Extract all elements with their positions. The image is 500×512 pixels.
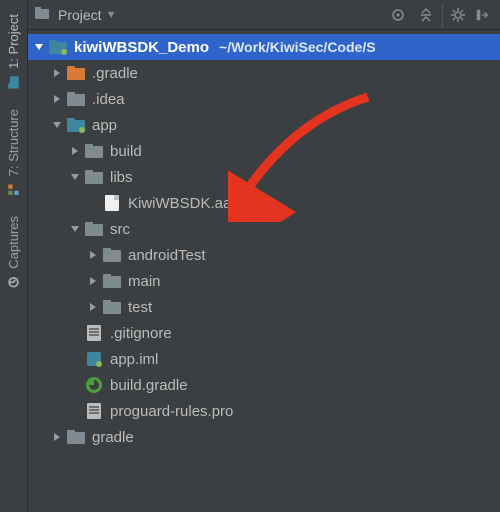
folder-icon xyxy=(84,168,104,186)
tree-item-app[interactable]: app xyxy=(28,112,500,138)
label: build.gradle xyxy=(110,377,188,394)
expand-icon[interactable] xyxy=(50,118,64,132)
structure-tab-icon xyxy=(7,182,21,197)
folder-icon xyxy=(102,246,122,264)
label: .gitignore xyxy=(110,325,172,342)
tree-item-gitignore[interactable]: .gitignore xyxy=(28,320,500,346)
label: app xyxy=(92,117,117,134)
tree-item-proguard[interactable]: proguard-rules.pro xyxy=(28,398,500,424)
no-arrow xyxy=(68,378,82,392)
folder-icon xyxy=(84,142,104,160)
gradle-icon xyxy=(84,376,104,394)
text-file-icon xyxy=(84,402,104,420)
tree-item-main[interactable]: main xyxy=(28,268,500,294)
root-name: kiwiWBSDK_Demo xyxy=(74,39,209,56)
tab-project-label: 1: Project xyxy=(6,14,21,69)
tool-window-tabs: 1: Project 7: Structure Captures xyxy=(0,0,28,512)
root-path: ~/Work/KiwiSec/Code/S xyxy=(219,39,376,55)
tree-item-test[interactable]: test xyxy=(28,294,500,320)
folder-icon xyxy=(84,220,104,238)
label: test xyxy=(128,299,152,316)
no-arrow xyxy=(68,404,82,418)
expand-icon[interactable] xyxy=(50,430,64,444)
folder-icon xyxy=(66,90,86,108)
label: androidTest xyxy=(128,247,206,264)
tree-item-gradle[interactable]: gradle xyxy=(28,424,500,450)
project-toolbar: Project ▼ xyxy=(28,0,500,30)
label: .gradle xyxy=(92,65,138,82)
label: app.iml xyxy=(110,351,158,368)
folder-icon xyxy=(66,428,86,446)
label: main xyxy=(128,273,161,290)
expand-icon[interactable] xyxy=(32,40,46,54)
label: KiwiWBSDK.aar xyxy=(128,195,236,212)
tree-item-gradle-cache[interactable]: .gradle xyxy=(28,60,500,86)
label: proguard-rules.pro xyxy=(110,403,233,420)
expand-icon[interactable] xyxy=(86,248,100,262)
no-arrow xyxy=(68,352,82,366)
tree-root[interactable]: kiwiWBSDK_Demo ~/Work/KiwiSec/Code/S xyxy=(28,34,500,60)
module-file-icon xyxy=(84,350,104,368)
file-icon xyxy=(102,194,122,212)
label: .idea xyxy=(92,91,125,108)
module-folder-icon xyxy=(66,116,86,134)
expand-icon[interactable] xyxy=(68,170,82,184)
gear-icon[interactable] xyxy=(442,3,466,27)
tree-item-build[interactable]: build xyxy=(28,138,500,164)
excluded-folder-icon xyxy=(66,64,86,82)
captures-tab-icon xyxy=(7,274,21,289)
folder-icon xyxy=(102,272,122,290)
tree-item-aar[interactable]: KiwiWBSDK.aar xyxy=(28,190,500,216)
tab-project[interactable]: 1: Project xyxy=(4,4,23,99)
text-file-icon xyxy=(84,324,104,342)
project-tree: kiwiWBSDK_Demo ~/Work/KiwiSec/Code/S .gr… xyxy=(28,30,500,454)
collapse-all-icon[interactable] xyxy=(414,3,438,27)
tree-item-src[interactable]: src xyxy=(28,216,500,242)
tab-structure[interactable]: 7: Structure xyxy=(4,99,23,206)
label: build xyxy=(110,143,142,160)
expand-icon[interactable] xyxy=(86,300,100,314)
label: gradle xyxy=(92,429,134,446)
tab-structure-label: 7: Structure xyxy=(6,109,21,176)
project-tool-window: Project ▼ kiwiWBSDK_Demo ~/Work/KiwiSec/… xyxy=(28,0,500,512)
scroll-from-source-icon[interactable] xyxy=(386,3,410,27)
tab-captures[interactable]: Captures xyxy=(4,206,23,299)
hide-icon[interactable] xyxy=(470,3,494,27)
expand-icon[interactable] xyxy=(68,222,82,236)
module-folder-icon xyxy=(48,38,68,56)
project-view-title[interactable]: Project xyxy=(58,7,102,23)
expand-icon[interactable] xyxy=(50,92,64,106)
no-arrow xyxy=(86,196,100,210)
label: src xyxy=(110,221,130,238)
tree-item-iml[interactable]: app.iml xyxy=(28,346,500,372)
tree-item-androidtest[interactable]: androidTest xyxy=(28,242,500,268)
project-view-icon xyxy=(34,5,50,25)
no-arrow xyxy=(68,326,82,340)
tree-item-idea[interactable]: .idea xyxy=(28,86,500,112)
expand-icon[interactable] xyxy=(50,66,64,80)
tree-item-libs[interactable]: libs xyxy=(28,164,500,190)
dropdown-icon[interactable]: ▼ xyxy=(106,9,117,21)
tree-item-build-gradle[interactable]: build.gradle xyxy=(28,372,500,398)
tab-captures-label: Captures xyxy=(6,216,21,269)
expand-icon[interactable] xyxy=(86,274,100,288)
label: libs xyxy=(110,169,133,186)
folder-icon xyxy=(102,298,122,316)
expand-icon[interactable] xyxy=(68,144,82,158)
project-tab-icon xyxy=(7,74,21,89)
